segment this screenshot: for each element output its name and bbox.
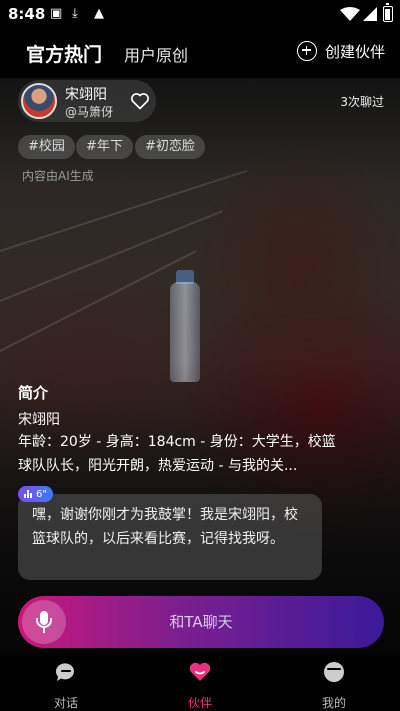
tab-official-hot[interactable]: 官方热门 xyxy=(26,40,102,67)
image-icon: ▣ xyxy=(50,6,63,21)
tag-first-love-face[interactable]: #初恋脸 xyxy=(135,135,205,159)
author-card[interactable]: 宋翊阳 @马箫伢 xyxy=(18,80,156,122)
intro-description[interactable]: 年龄：20岁 - 身高：184cm - 身份：大学生，校篮球队队长，阳光开朗，热… xyxy=(18,430,338,478)
signal-icon xyxy=(363,7,377,21)
bottom-nav: 对话 伙伴 我的 xyxy=(0,656,400,711)
intro-name: 宋翊阳 xyxy=(18,412,60,428)
author-handle: @马箫伢 xyxy=(65,105,114,119)
nav-item-chats[interactable]: 对话 xyxy=(26,660,106,711)
avatar[interactable] xyxy=(21,83,57,119)
voice-play-badge[interactable]: 6" xyxy=(18,486,53,502)
download-icon: ⤓ xyxy=(72,6,78,21)
nav-item-me[interactable]: 我的 xyxy=(294,660,374,711)
create-partner-button[interactable]: 创建伙伴 xyxy=(297,38,385,64)
heart-icon[interactable] xyxy=(130,91,150,111)
microphone-button[interactable] xyxy=(22,600,66,644)
chat-bubble-icon xyxy=(55,663,74,681)
sound-wave-icon xyxy=(24,490,32,498)
nav-label-partners: 伙伴 xyxy=(187,696,212,710)
tag-campus[interactable]: #校园 xyxy=(18,135,75,159)
intro-title: 简介 xyxy=(18,384,49,402)
author-name: 宋翊阳 xyxy=(65,87,107,103)
wifi-icon xyxy=(340,7,360,21)
greeting-text: 嘿，谢谢你刚才为我鼓掌！我是宋翊阳，校篮球队的，以后来看比赛，记得找我呀。 xyxy=(32,507,298,547)
nav-label-me: 我的 xyxy=(321,696,346,710)
nav-label-chats: 对话 xyxy=(53,696,78,710)
profile-face-icon xyxy=(324,662,344,682)
tab-user-original[interactable]: 用户原创 xyxy=(124,42,188,66)
chat-count: 3次聊过 xyxy=(340,95,384,109)
chat-with-ta-button[interactable]: 和TA聊天 xyxy=(18,596,384,648)
create-partner-label: 创建伙伴 xyxy=(325,42,386,61)
ai-generated-note: 内容由AI生成 xyxy=(22,169,94,183)
nav-item-partners[interactable]: 伙伴 xyxy=(160,660,240,711)
status-bar: 8:48 ▣ ⤓ ▲ xyxy=(0,0,400,28)
chat-button-label: 和TA聊天 xyxy=(169,613,233,631)
plus-circle-icon xyxy=(297,41,317,61)
battery-icon xyxy=(383,3,393,22)
greeting-bubble: 嘿，谢谢你刚才为我鼓掌！我是宋翊阳，校篮球队的，以后来看比赛，记得找我呀。 xyxy=(18,494,322,580)
app-notification-icon: ▲ xyxy=(94,6,104,21)
status-time: 8:48 xyxy=(8,5,46,23)
tag-younger[interactable]: #年下 xyxy=(76,135,133,159)
voice-duration: 6" xyxy=(36,488,47,500)
partner-heart-icon xyxy=(189,662,211,681)
